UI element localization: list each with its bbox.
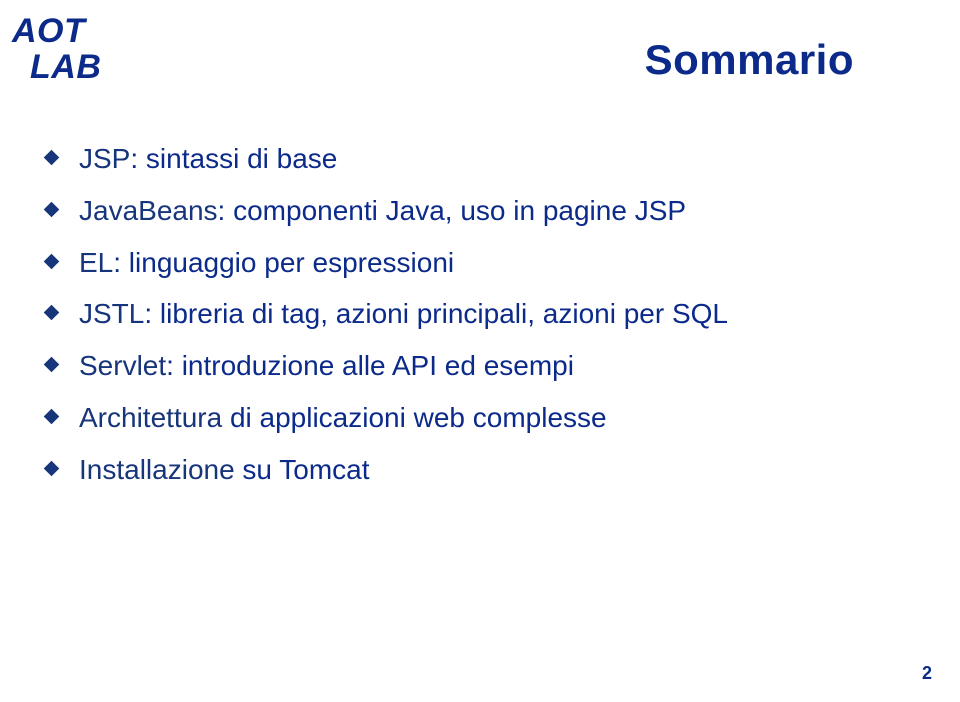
list-item: Architettura di applicazioni web comples… [46, 399, 900, 437]
bullet-lead: JSP [79, 143, 130, 174]
list-item: JSP: sintassi di base [46, 140, 900, 178]
list-item: JavaBeans: componenti Java, uso in pagin… [46, 192, 900, 230]
logo-line1: AOT [12, 14, 101, 50]
slide: AOT LAB Sommario JSP: sintassi di base J… [0, 0, 960, 702]
bullet-rest: : introduzione alle API ed esempi [166, 350, 574, 381]
logo: AOT LAB [12, 14, 101, 85]
slide-title: Sommario [645, 36, 854, 84]
bullet-lead: Architettura [79, 402, 222, 433]
content-list: JSP: sintassi di base JavaBeans: compone… [46, 140, 900, 503]
bullet-rest: su Tomcat [235, 454, 370, 485]
bullet-text: JSP: sintassi di base [79, 140, 337, 178]
bullet-text: JavaBeans: componenti Java, uso in pagin… [79, 192, 686, 230]
logo-line2: LAB [30, 50, 101, 86]
bullet-rest: : libreria di tag, azioni principali, az… [144, 298, 728, 329]
bullet-icon [44, 461, 60, 477]
bullet-lead: JSTL [79, 298, 144, 329]
bullet-rest: : linguaggio per espressioni [113, 247, 454, 278]
bullet-rest: : sintassi di base [130, 143, 337, 174]
bullet-icon [44, 202, 60, 218]
bullet-rest: : componenti Java, uso in pagine JSP [218, 195, 687, 226]
bullet-text: Servlet: introduzione alle API ed esempi [79, 347, 574, 385]
bullet-text: EL: linguaggio per espressioni [79, 244, 454, 282]
bullet-icon [44, 409, 60, 425]
list-item: JSTL: libreria di tag, azioni principali… [46, 295, 900, 333]
list-item: Servlet: introduzione alle API ed esempi [46, 347, 900, 385]
bullet-text: Installazione su Tomcat [79, 451, 370, 489]
bullet-text: JSTL: libreria di tag, azioni principali… [79, 295, 728, 333]
bullet-icon [44, 253, 60, 269]
bullet-icon [44, 357, 60, 373]
bullet-lead: Installazione [79, 454, 235, 485]
bullet-text: Architettura di applicazioni web comples… [79, 399, 607, 437]
list-item: Installazione su Tomcat [46, 451, 900, 489]
bullet-rest: di applicazioni web complesse [222, 402, 606, 433]
bullet-icon [44, 305, 60, 321]
page-number: 2 [922, 663, 932, 684]
bullet-lead: Servlet [79, 350, 166, 381]
bullet-lead: JavaBeans [79, 195, 218, 226]
bullet-lead: EL [79, 247, 113, 278]
bullet-icon [44, 150, 60, 166]
list-item: EL: linguaggio per espressioni [46, 244, 900, 282]
